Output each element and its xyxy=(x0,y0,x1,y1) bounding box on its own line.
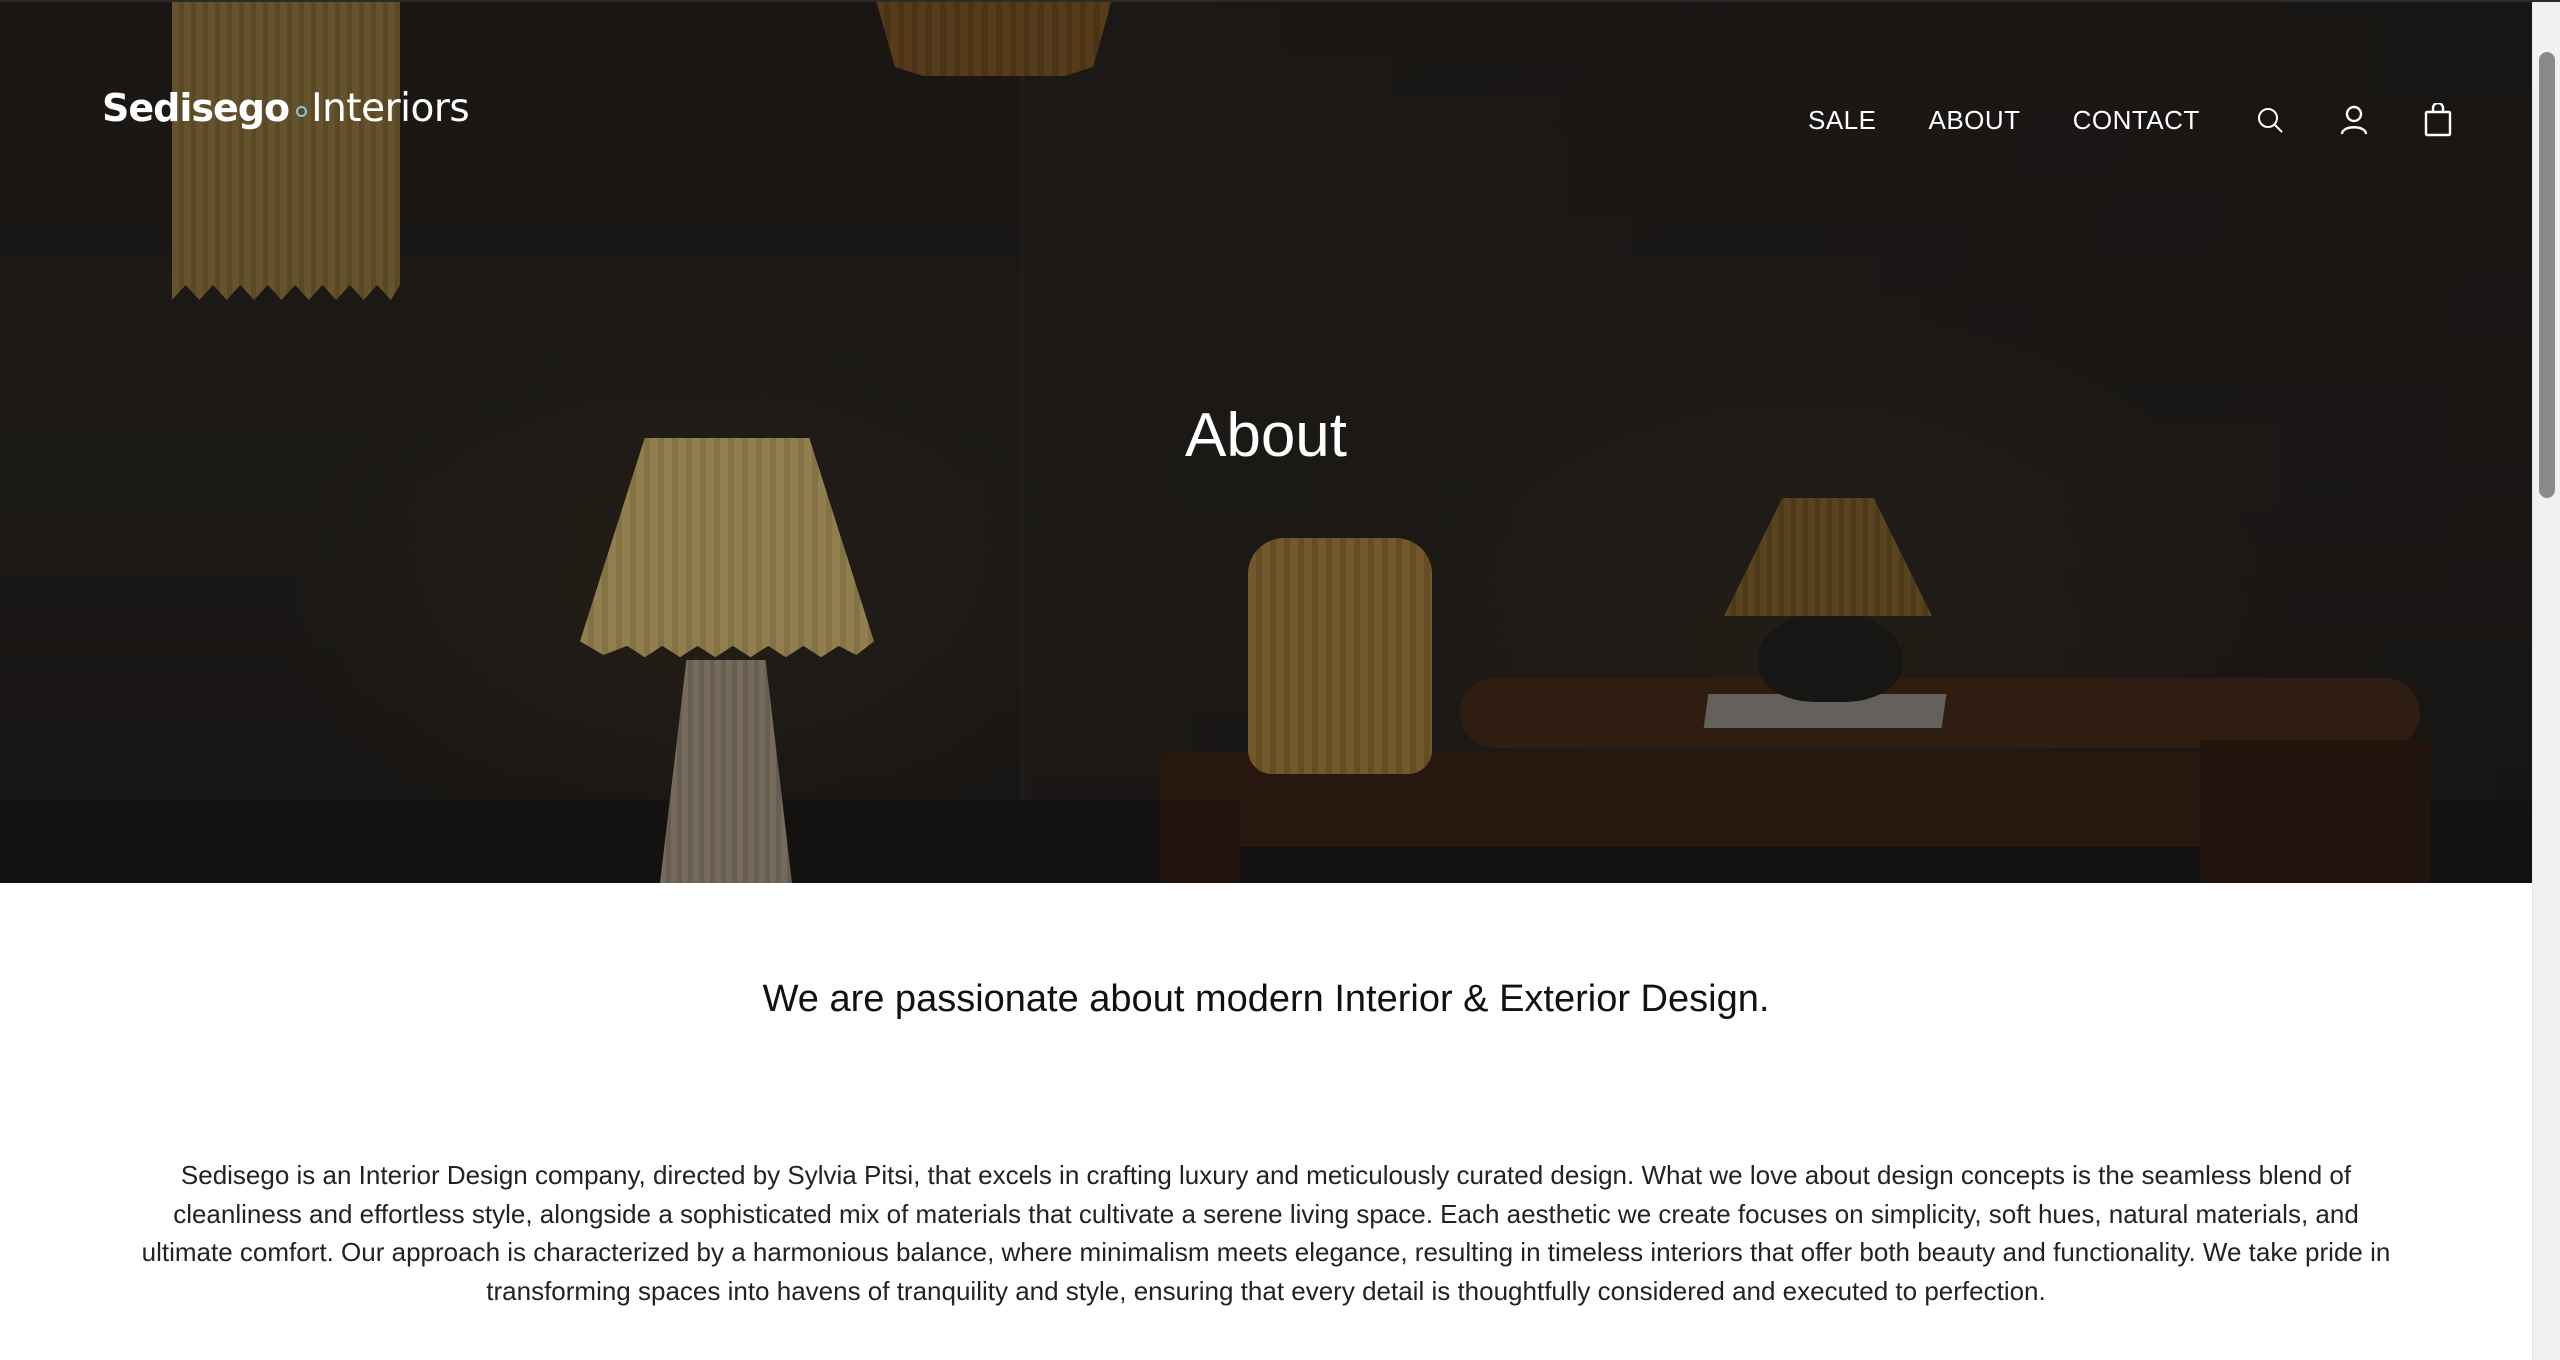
logo-secondary-text: Interiors xyxy=(311,86,470,131)
site-logo[interactable]: Sedisego Interiors xyxy=(102,86,470,131)
about-paragraph: Sedisego is an Interior Design company, … xyxy=(141,1160,2391,1306)
page-scrollbar[interactable] xyxy=(2532,0,2560,1360)
nav-link-about[interactable]: ABOUT xyxy=(1929,105,2021,136)
main-navigation: SALE ABOUT CONTACT xyxy=(1808,102,2456,138)
browser-top-edge xyxy=(0,0,2560,2)
nav-link-sale[interactable]: SALE xyxy=(1808,105,1877,136)
scrollbar-thumb[interactable] xyxy=(2539,52,2555,498)
shopping-bag-icon[interactable] xyxy=(2420,102,2456,138)
section-tagline: We are passionate about modern Interior … xyxy=(762,978,1770,1020)
search-icon[interactable] xyxy=(2252,102,2288,138)
nav-link-contact[interactable]: CONTACT xyxy=(2073,105,2200,136)
logo-primary-text: Sedisego xyxy=(102,86,290,130)
logo-dot-icon xyxy=(296,106,308,117)
account-icon[interactable] xyxy=(2336,102,2372,138)
page-title: About xyxy=(1184,401,1348,470)
